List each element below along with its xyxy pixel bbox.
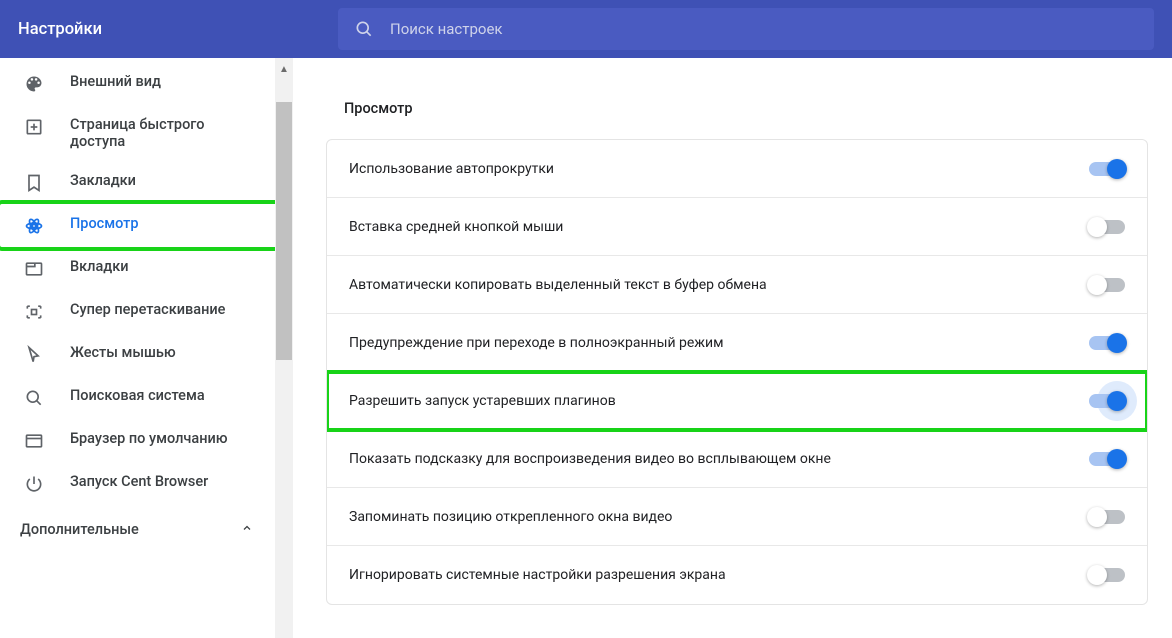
sidebar-item-bookmarks[interactable]: Закладки (0, 161, 279, 204)
toggle-middle-click-paste[interactable] (1089, 220, 1125, 234)
startup-icon (24, 474, 44, 494)
toggle-pip-hint[interactable] (1089, 452, 1125, 466)
setting-label: Предупреждение при переходе в полноэкран… (349, 335, 724, 351)
setting-row-middle-click-paste: Вставка средней кнопкой мыши (327, 198, 1147, 256)
setting-label: Запоминать позицию открепленного окна ви… (349, 509, 672, 525)
super-drag-icon (24, 302, 44, 322)
sidebar-item-label: Вкладки (70, 258, 129, 275)
setting-label: Использование автопрокрутки (349, 161, 554, 177)
sidebar-advanced[interactable]: Дополнительные (0, 505, 293, 550)
setting-label: Игнорировать системные настройки разреше… (349, 567, 726, 583)
search-icon (354, 19, 374, 39)
setting-label: Вставка средней кнопкой мыши (349, 219, 563, 235)
appearance-icon (24, 74, 44, 94)
sidebar-item-label: Жесты мышью (70, 344, 176, 361)
sidebar-item-label: Запуск Cent Browser (70, 473, 208, 490)
scrollbar-thumb[interactable] (276, 102, 292, 360)
section-title: Просмотр (344, 100, 1148, 117)
sidebar-item-label: Закладки (70, 172, 136, 189)
setting-row-fullscreen-warning: Предупреждение при переходе в полноэкран… (327, 314, 1147, 372)
setting-row-pip-hint: Показать подсказку для воспроизведения в… (327, 430, 1147, 488)
app-header: Настройки (0, 0, 1172, 58)
tabs-icon (24, 259, 44, 279)
sidebar-item-search-engine[interactable]: Поисковая система (0, 376, 279, 419)
sidebar-item-label: Поисковая система (70, 387, 205, 404)
sidebar-item-label: Внешний вид (70, 73, 161, 90)
toggle-ignore-dpi[interactable] (1089, 568, 1125, 582)
default-browser-icon (24, 431, 44, 451)
sidebar-item-appearance[interactable]: Внешний вид (0, 62, 279, 105)
advanced-label: Дополнительные (20, 521, 139, 538)
sidebar-item-mouse-gestures[interactable]: Жесты мышью (0, 333, 279, 376)
search-input[interactable] (390, 20, 1138, 38)
sidebar-item-default-browser[interactable]: Браузер по умолчанию (0, 419, 279, 462)
setting-row-remember-pip-pos: Запоминать позицию открепленного окна ви… (327, 488, 1147, 546)
setting-row-autoscroll: Использование автопрокрутки (327, 140, 1147, 198)
search-box[interactable] (338, 8, 1154, 50)
content-area: Просмотр Использование автопрокрутки Вста… (294, 58, 1172, 624)
settings-panel: Использование автопрокрутки Вставка средн… (326, 139, 1148, 605)
sidebar-item-label: Браузер по умолчанию (70, 430, 228, 447)
sidebar: Внешний вид Страница быстрого доступа Закл… (0, 58, 294, 624)
sidebar-item-label: Супер перетаскивание (70, 301, 225, 318)
sidebar-item-tabs[interactable]: Вкладки (0, 247, 279, 290)
browsing-icon (24, 216, 44, 236)
toggle-autoscroll[interactable] (1089, 162, 1125, 176)
speed-dial-icon (24, 117, 44, 137)
setting-label: Показать подсказку для воспроизведения в… (349, 451, 831, 467)
setting-row-legacy-plugins: Разрешить запуск устаревших плагинов (327, 372, 1147, 430)
toggle-remember-pip-pos[interactable] (1089, 510, 1125, 524)
chevron-up-icon (241, 521, 253, 538)
toggle-legacy-plugins[interactable] (1089, 394, 1125, 408)
sidebar-item-speed-dial[interactable]: Страница быстрого доступа (0, 105, 279, 161)
scrollbar-track[interactable]: ▲ (275, 58, 293, 638)
toggle-auto-copy[interactable] (1089, 278, 1125, 292)
search-engine-icon (24, 388, 44, 408)
sidebar-item-label: Страница быстрого доступа (70, 116, 261, 150)
sidebar-item-label: Просмотр (70, 215, 139, 232)
setting-row-auto-copy: Автоматически копировать выделенный текс… (327, 256, 1147, 314)
setting-row-ignore-dpi: Игнорировать системные настройки разреше… (327, 546, 1147, 604)
setting-label: Автоматически копировать выделенный текс… (349, 277, 767, 293)
sidebar-item-startup[interactable]: Запуск Cent Browser (0, 462, 279, 505)
setting-label: Разрешить запуск устаревших плагинов (349, 393, 616, 409)
page-title: Настройки (18, 20, 102, 39)
sidebar-item-super-drag[interactable]: Супер перетаскивание (0, 290, 279, 333)
bookmarks-icon (24, 173, 44, 193)
sidebar-item-browsing[interactable]: Просмотр (0, 204, 279, 247)
mouse-gestures-icon (24, 345, 44, 365)
scroll-up-arrow[interactable]: ▲ (277, 62, 291, 76)
toggle-fullscreen-warning[interactable] (1089, 336, 1125, 350)
